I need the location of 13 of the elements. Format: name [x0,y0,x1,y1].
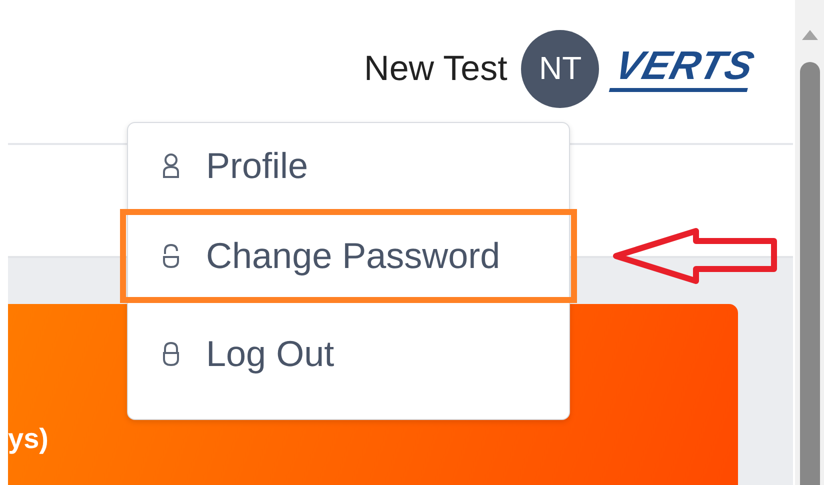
unlock-icon [162,243,180,269]
menu-item[interactable]: Log Out [128,313,569,395]
user-icon [162,153,180,179]
scrollbar-thumb[interactable] [800,62,820,485]
scrollbar[interactable] [795,0,824,485]
menu-item[interactable]: Profile [128,125,569,207]
scroll-up-icon[interactable] [802,30,818,40]
card-text: ys) [8,423,48,455]
logo: VERTS [609,46,760,92]
lock-icon [162,341,180,367]
user-avatar[interactable]: NT [521,30,600,108]
user-name: New Test [364,48,508,88]
menu-item[interactable]: Change Password [124,213,573,299]
